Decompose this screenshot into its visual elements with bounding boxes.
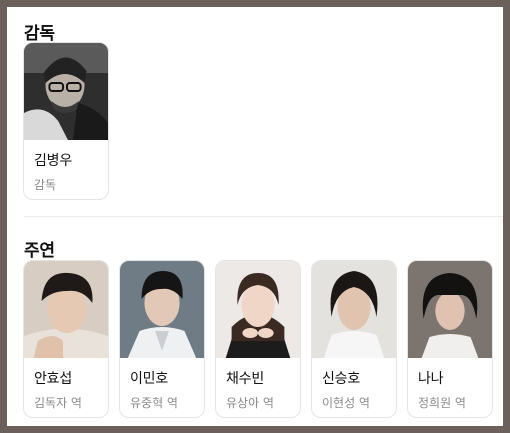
people-panel: 감독 김병우 감독 주연 안효섭 김독자 역 이민호 유중혁 역 채수빈 유상아… <box>7 7 503 426</box>
person-card-cast-1[interactable]: 안효섭 김독자 역 <box>23 260 109 418</box>
person-photo-cast-1 <box>24 261 108 358</box>
person-card-director[interactable]: 김병우 감독 <box>23 42 109 200</box>
director-section-title: 감독 <box>24 24 55 44</box>
person-name: 이민호 <box>130 371 169 387</box>
person-photo-cast-3 <box>216 261 300 358</box>
person-role: 유상아 역 <box>226 396 274 410</box>
person-role: 정희원 역 <box>418 396 466 410</box>
person-photo-cast-5 <box>408 261 492 358</box>
person-card-cast-3[interactable]: 채수빈 유상아 역 <box>215 260 301 418</box>
person-card-cast-4[interactable]: 신승호 이현성 역 <box>311 260 397 418</box>
person-name: 채수빈 <box>226 371 265 387</box>
person-name: 나나 <box>418 371 444 387</box>
person-name: 김병우 <box>34 153 73 169</box>
person-photo-director <box>24 43 108 140</box>
person-card-cast-2[interactable]: 이민호 유중혁 역 <box>119 260 205 418</box>
cast-section-title: 주연 <box>24 241 55 261</box>
person-name: 신승호 <box>322 371 361 387</box>
person-role: 유중혁 역 <box>130 396 178 410</box>
person-photo-cast-4 <box>312 261 396 358</box>
person-role: 이현성 역 <box>322 396 370 410</box>
person-name: 안효섭 <box>34 371 73 387</box>
person-card-cast-5[interactable]: 나나 정희원 역 <box>407 260 493 418</box>
section-divider <box>24 216 503 217</box>
person-role: 김독자 역 <box>34 396 82 410</box>
person-photo-cast-2 <box>120 261 204 358</box>
person-role: 감독 <box>34 178 57 192</box>
